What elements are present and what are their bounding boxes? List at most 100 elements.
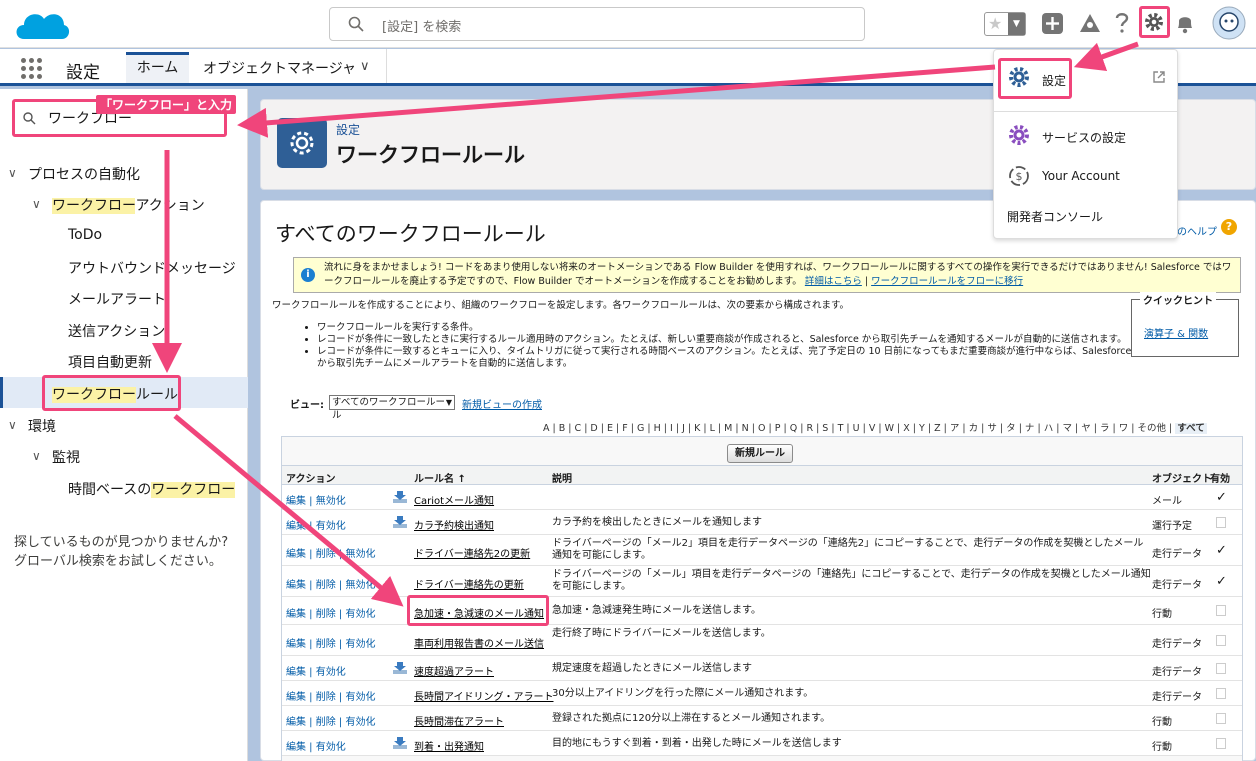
table-row: 編集 | 有効化 カラ予約検出通知 カラ予約を検出したときにメールを通知します 運行予… bbox=[282, 510, 1242, 535]
alphabet-filter-letter[interactable]: ナ bbox=[1025, 423, 1035, 434]
alphabet-filter-letter[interactable]: その他 bbox=[1138, 423, 1167, 434]
rule-name-link[interactable]: ドライバー連絡先2の更新 bbox=[414, 545, 530, 560]
global-header: [設定] を検索 ★ ▼ bbox=[0, 0, 1256, 48]
alphabet-separator: | bbox=[1071, 423, 1082, 434]
create-new-view-link[interactable]: 新規ビューの作成 bbox=[462, 396, 542, 411]
rule-name-link[interactable]: カラ予約検出通知 bbox=[414, 517, 494, 532]
inactive-checkbox bbox=[1216, 635, 1226, 646]
learn-more-link[interactable]: 詳細はこちら bbox=[805, 276, 862, 287]
alphabet-filter: A | B | C | D | E | F | G | H | I | J | … bbox=[543, 420, 1207, 434]
global-search-input[interactable]: [設定] を検索 bbox=[329, 7, 865, 41]
trailhead-icon[interactable] bbox=[1079, 13, 1101, 34]
alphabet-filter-letter[interactable]: ア bbox=[950, 423, 960, 434]
alphabet-filter-letter[interactable]: U bbox=[853, 423, 860, 434]
operators-functions-link[interactable]: 演算子 & 関数 bbox=[1144, 325, 1208, 340]
alphabet-filter-letter[interactable]: ラ bbox=[1100, 423, 1110, 434]
user-avatar[interactable] bbox=[1212, 6, 1246, 40]
alphabet-filter-letter[interactable]: ワ bbox=[1119, 423, 1129, 434]
alphabet-separator: | bbox=[1166, 423, 1176, 434]
column-header-active[interactable]: 有効 bbox=[1210, 470, 1230, 485]
download-icon[interactable] bbox=[392, 736, 408, 750]
alphabet-filter-letter[interactable]: N bbox=[742, 423, 749, 434]
row-actions[interactable]: 編集 | 削除 | 有効化 bbox=[286, 688, 375, 703]
row-actions[interactable]: 編集 | 有効化 bbox=[286, 517, 346, 532]
help-icon[interactable]: ? bbox=[1221, 219, 1237, 235]
intro-bullet: レコードが条件に一致したときに実行するルール適用時のアクション。たとえば、新しい… bbox=[317, 334, 1137, 346]
chevron-down-icon[interactable]: ∨ bbox=[32, 197, 41, 211]
alphabet-filter-letter[interactable]: マ bbox=[1062, 423, 1072, 434]
menu-item-service-setup[interactable]: サービスの設定 bbox=[1042, 129, 1126, 146]
alphabet-filter-letter[interactable]: D bbox=[590, 423, 597, 434]
alphabet-filter-letter[interactable]: サ bbox=[987, 423, 997, 434]
tree-item-send-actions[interactable]: 送信アクション bbox=[68, 321, 165, 341]
menu-item-setup[interactable]: 設定 bbox=[1042, 72, 1066, 89]
download-icon[interactable] bbox=[392, 661, 408, 675]
rule-name-link[interactable]: 車両利用報告書のメール送信 bbox=[414, 635, 544, 650]
rule-name-link[interactable]: 到着・出発通知 bbox=[414, 738, 484, 753]
chevron-down-icon[interactable]: ∨ bbox=[8, 418, 17, 432]
help-icon[interactable] bbox=[1115, 12, 1129, 34]
rule-object: 走行データ bbox=[1152, 639, 1202, 650]
help-link[interactable]: のヘルプ bbox=[1177, 223, 1217, 238]
column-header-rule-name[interactable]: ルール名 ↑ bbox=[414, 470, 466, 485]
alphabet-separator: | bbox=[940, 423, 950, 434]
row-actions[interactable]: 編集 | 削除 | 無効化 bbox=[286, 545, 375, 560]
alphabet-filter-letter[interactable]: タ bbox=[1006, 423, 1016, 434]
rule-name-link[interactable]: 長時間アイドリング・アラート bbox=[414, 688, 554, 703]
rule-description: ドライバーページの「メール2」項目を走行データページの「連絡先2」にコピーするこ… bbox=[552, 538, 1144, 561]
column-header-object[interactable]: オブジェクト bbox=[1152, 470, 1212, 485]
inactive-checkbox bbox=[1216, 738, 1226, 749]
tab-object-manager[interactable]: オブジェクトマネージャ bbox=[203, 58, 356, 78]
column-header-description[interactable]: 説明 bbox=[552, 470, 572, 485]
menu-item-developer-console[interactable]: 開発者コンソール bbox=[1007, 208, 1103, 225]
breadcrumb[interactable]: 設定 bbox=[336, 121, 360, 138]
alphabet-filter-letter[interactable]: ハ bbox=[1044, 423, 1054, 434]
notification-bell-icon[interactable] bbox=[1175, 12, 1195, 34]
chevron-down-icon[interactable]: ∨ bbox=[8, 166, 17, 180]
notice-text: 流れに身をまかせましょう! コードをあまり使用しない将来のオートメーションである… bbox=[324, 261, 1234, 289]
chevron-down-icon[interactable]: ∨ bbox=[360, 59, 370, 74]
tab-home[interactable]: ホーム bbox=[126, 52, 189, 83]
row-actions[interactable]: 編集 | 有効化 bbox=[286, 738, 346, 753]
alphabet-separator: | bbox=[1128, 423, 1138, 434]
intro-bullet: ワークフロールールを実行する条件。 bbox=[317, 322, 1137, 334]
row-actions[interactable]: 編集 | 無効化 bbox=[286, 492, 346, 507]
tree-item-time-based-workflow[interactable]: 時間ベースのワークフロー bbox=[68, 479, 236, 499]
rule-name-link[interactable]: Cariotメール通知 bbox=[414, 492, 494, 507]
tree-item-email-alerts[interactable]: メールアラート bbox=[68, 289, 166, 309]
new-rule-button[interactable]: 新規ルール bbox=[727, 444, 793, 463]
favorites-button[interactable]: ★ ▼ bbox=[984, 12, 1026, 36]
download-icon[interactable] bbox=[392, 490, 408, 504]
rule-name-link[interactable]: 速度超過アラート bbox=[414, 663, 494, 678]
row-actions[interactable]: 編集 | 有効化 bbox=[286, 663, 346, 678]
rule-name-link[interactable]: 長時間滞在アラート bbox=[414, 713, 504, 728]
alphabet-separator: | bbox=[859, 423, 869, 434]
alphabet-filter-letter[interactable]: W bbox=[885, 423, 894, 434]
tree-item-outbound-messages[interactable]: アウトバウンドメッセージ bbox=[68, 258, 236, 278]
tree-item-field-updates[interactable]: 項目自動更新 bbox=[68, 352, 152, 372]
row-actions[interactable]: 編集 | 削除 | 有効化 bbox=[286, 713, 375, 728]
alphabet-filter-letter[interactable]: カ bbox=[969, 423, 979, 434]
alphabet-filter-letter[interactable]: H bbox=[654, 423, 661, 434]
download-icon[interactable] bbox=[392, 515, 408, 529]
menu-item-your-account[interactable]: Your Account bbox=[1042, 169, 1120, 183]
tree-item-todo[interactable]: ToDo bbox=[68, 227, 102, 243]
migrate-to-flow-link[interactable]: ワークフロールールをフローに移行 bbox=[871, 276, 1023, 287]
tree-item-monitoring[interactable]: 監視 bbox=[52, 447, 80, 467]
tree-item-process-automation[interactable]: プロセスの自動化 bbox=[28, 164, 140, 184]
row-actions[interactable]: 編集 | 削除 | 無効化 bbox=[286, 576, 375, 591]
row-actions[interactable]: 編集 | 削除 | 有効化 bbox=[286, 605, 375, 620]
open-new-window-icon[interactable] bbox=[1152, 70, 1166, 84]
rule-name-link[interactable]: ドライバー連絡先の更新 bbox=[414, 576, 524, 591]
chevron-down-icon[interactable]: ∨ bbox=[32, 449, 41, 463]
view-select[interactable]: すべてのワークフロールール ▼ bbox=[329, 395, 455, 421]
tree-item-environment[interactable]: 環境 bbox=[28, 416, 56, 436]
global-actions-icon[interactable] bbox=[1042, 13, 1063, 34]
row-actions[interactable]: 編集 | 削除 | 有効化 bbox=[286, 635, 375, 650]
alphabet-filter-letter[interactable]: ヤ bbox=[1081, 423, 1091, 434]
alphabet-filter-all[interactable]: すべて bbox=[1175, 423, 1207, 434]
tree-item-workflow-actions[interactable]: ワークフローアクション bbox=[52, 195, 205, 215]
favorites-dropdown-icon[interactable]: ▼ bbox=[1008, 13, 1025, 35]
salesforce-logo[interactable] bbox=[12, 5, 72, 45]
app-launcher-icon[interactable] bbox=[21, 58, 43, 80]
